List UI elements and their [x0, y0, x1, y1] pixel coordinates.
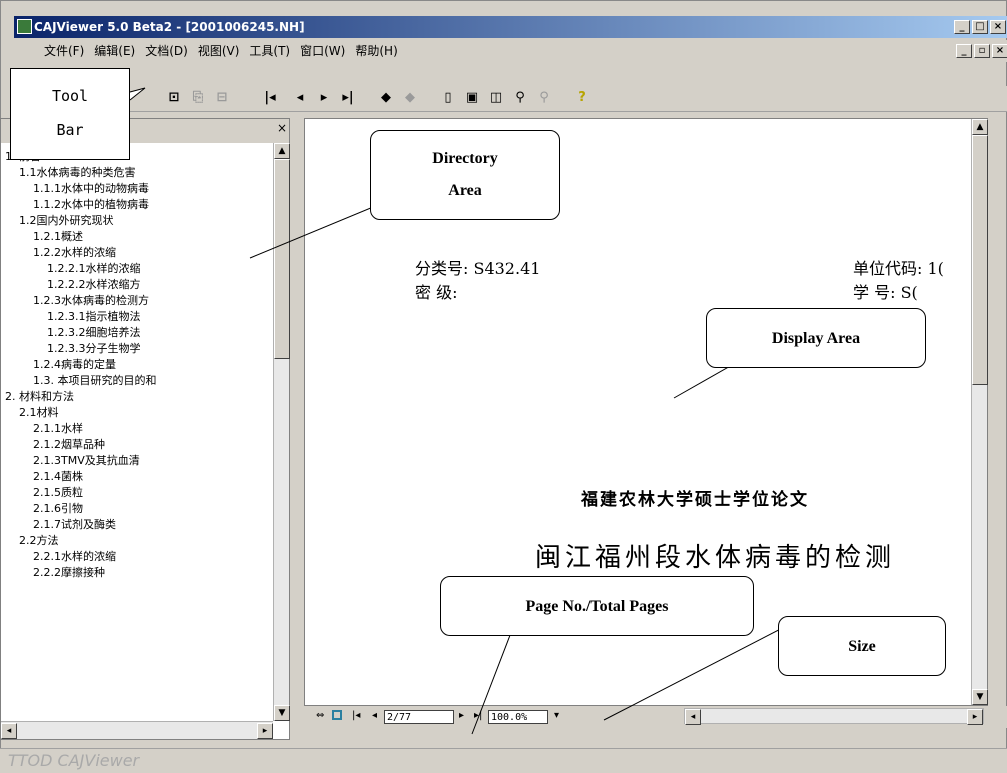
- display-scroll-down-icon[interactable]: ▼: [972, 689, 988, 705]
- display-scroll-right-icon[interactable]: ▸: [967, 709, 983, 725]
- directory-item[interactable]: 1.2.3水体病毒的检测方: [1, 293, 273, 309]
- display-vertical-scrollbar[interactable]: ▲ ▼: [971, 119, 988, 705]
- directory-callout: Directory Area: [370, 130, 560, 220]
- thesis-title: 闽江福州段水体病毒的检测: [535, 543, 896, 573]
- directory-item[interactable]: 2.1.3TMV及其抗血清: [1, 453, 273, 469]
- minimize-button[interactable]: _: [954, 20, 970, 34]
- app-icon: [17, 19, 32, 34]
- tool-bar: ⊡ ⎘ ⊟ |◂ ◂ ▸ ▸| ◆ ◆ ▯ ▣ ◫ ⚲ ⚲ ?: [14, 86, 1007, 112]
- secret-level: 密 级:: [415, 283, 458, 302]
- scroll-down-icon[interactable]: ▼: [274, 705, 290, 721]
- snapshot-icon[interactable]: ⊟: [214, 90, 230, 106]
- menu-bar: 文件(F) 编辑(E) 文档(D) 视图(V) 工具(T) 窗口(W) 帮助(H) _ ▫ …: [14, 40, 1007, 62]
- directory-item[interactable]: 2.1.1水样: [1, 421, 273, 437]
- menu-window[interactable]: 窗口(W): [295, 40, 350, 62]
- directory-item[interactable]: 1.1.2水体中的植物病毒: [1, 197, 273, 213]
- directory-tree: 1. 前言1.1水体病毒的种类危害1.1.1水体中的动物病毒1.1.2水体中的植…: [1, 149, 273, 719]
- directory-item[interactable]: 1.2.4病毒的定量: [1, 357, 273, 373]
- directory-vertical-scrollbar[interactable]: ▲ ▼: [273, 143, 290, 721]
- page-number-input[interactable]: [384, 710, 454, 724]
- doc-minimize-button[interactable]: _: [956, 44, 972, 58]
- title-bar: CAJViewer 5.0 Beta2 - [2001006245.NH] _ …: [14, 16, 1007, 38]
- directory-item[interactable]: 1.2.3.1指示植物法: [1, 309, 273, 325]
- first-page-icon[interactable]: |◂: [262, 90, 278, 106]
- close-button[interactable]: ×: [990, 20, 1006, 34]
- menu-file[interactable]: 文件(F): [14, 40, 89, 62]
- nav-last-page-icon[interactable]: ▸|: [474, 710, 482, 721]
- directory-item[interactable]: 1.1水体病毒的种类危害: [1, 165, 273, 181]
- directory-item[interactable]: 2.1.4菌株: [1, 469, 273, 485]
- display-horizontal-scrollbar[interactable]: ◂ ▸: [684, 708, 984, 725]
- unit-code: 单位代码: 1(: [853, 259, 944, 278]
- scroll-left-icon[interactable]: ◂: [1, 723, 17, 739]
- directory-item[interactable]: 2.2.1水样的浓缩: [1, 549, 273, 565]
- directory-item[interactable]: 2.1材料: [1, 405, 273, 421]
- size-callout: Size: [778, 616, 946, 676]
- university-name: 福建农林大学硕士学位论文: [581, 490, 809, 510]
- directory-item[interactable]: 1.2国内外研究现状: [1, 213, 273, 229]
- continuous-page-icon[interactable]: ▣: [464, 90, 480, 106]
- help-icon[interactable]: ?: [574, 90, 590, 106]
- toolbar-callout: Tool Bar: [10, 68, 130, 160]
- class-number: 分类号: S432.41: [415, 259, 541, 278]
- zoom-input[interactable]: [488, 710, 548, 724]
- menu-view[interactable]: 视图(V): [193, 40, 245, 62]
- page-number-callout: Page No./Total Pages: [440, 576, 754, 636]
- directory-item[interactable]: 1.3. 本项目研究的目的和: [1, 373, 273, 389]
- navigation-bar: ⇔ |◂ ◂ ▸ ▸| ▾ ◂ ▸: [304, 706, 1007, 728]
- display-scroll-thumb[interactable]: [972, 135, 988, 385]
- find-icon[interactable]: ⚲: [512, 90, 528, 106]
- scroll-up-icon[interactable]: ▲: [274, 143, 290, 159]
- forward-icon[interactable]: ◆: [402, 90, 418, 106]
- fit-page-icon[interactable]: [332, 710, 342, 720]
- nav-first-page-icon[interactable]: |◂: [352, 710, 360, 721]
- menu-tools[interactable]: 工具(T): [244, 40, 295, 62]
- display-scroll-up-icon[interactable]: ▲: [972, 119, 988, 135]
- menu-edit[interactable]: 编辑(E): [89, 40, 140, 62]
- directory-panel: × 1. 前言1.1水体病毒的种类危害1.1.1水体中的动物病毒1.1.2水体中…: [0, 118, 290, 740]
- toggle-directory-icon[interactable]: ⇔: [316, 710, 324, 721]
- copy-icon[interactable]: ⎘: [190, 90, 206, 106]
- directory-scroll-thumb[interactable]: [274, 159, 290, 359]
- directory-item[interactable]: 1.2.2.2水样浓缩方: [1, 277, 273, 293]
- directory-item[interactable]: 1.1.1水体中的动物病毒: [1, 181, 273, 197]
- menu-document[interactable]: 文档(D): [140, 40, 193, 62]
- last-page-icon[interactable]: ▸|: [340, 90, 356, 106]
- directory-item[interactable]: 2.1.7试剂及酶类: [1, 517, 273, 533]
- find-next-icon[interactable]: ⚲: [536, 90, 552, 106]
- previous-page-icon[interactable]: ◂: [292, 90, 308, 106]
- directory-item[interactable]: 2. 材料和方法: [1, 389, 273, 405]
- scroll-right-icon[interactable]: ▸: [257, 723, 273, 739]
- directory-item[interactable]: 2.2.2摩擦接种: [1, 565, 273, 581]
- directory-item[interactable]: 1.2.3.2细胞培养法: [1, 325, 273, 341]
- menu-help[interactable]: 帮助(H): [350, 40, 402, 62]
- directory-item[interactable]: 2.2方法: [1, 533, 273, 549]
- directory-item[interactable]: 1.2.1概述: [1, 229, 273, 245]
- facing-page-icon[interactable]: ◫: [488, 90, 504, 106]
- directory-item[interactable]: 2.1.5质粒: [1, 485, 273, 501]
- student-number: 学 号: S(: [853, 283, 918, 302]
- status-text: TTOD CAJViewer: [8, 751, 140, 770]
- directory-item[interactable]: 2.1.6引物: [1, 501, 273, 517]
- display-scroll-left-icon[interactable]: ◂: [685, 709, 701, 725]
- select-text-icon[interactable]: ⊡: [166, 90, 182, 106]
- zoom-dropdown-icon[interactable]: ▾: [554, 710, 559, 721]
- doc-restore-button[interactable]: ▫: [974, 44, 990, 58]
- directory-item[interactable]: 1.2.3.3分子生物学: [1, 341, 273, 357]
- display-area-callout: Display Area: [706, 308, 926, 368]
- back-icon[interactable]: ◆: [378, 90, 394, 106]
- single-page-icon[interactable]: ▯: [440, 90, 456, 106]
- directory-item[interactable]: 2.1.2烟草品种: [1, 437, 273, 453]
- doc-close-button[interactable]: ×: [992, 44, 1007, 58]
- maximize-button[interactable]: □: [972, 20, 988, 34]
- directory-item[interactable]: 1.2.2.1水样的浓缩: [1, 261, 273, 277]
- window-title: CAJViewer 5.0 Beta2 - [2001006245.NH]: [34, 20, 305, 34]
- nav-next-page-icon[interactable]: ▸: [459, 710, 464, 721]
- next-page-icon[interactable]: ▸: [316, 90, 332, 106]
- directory-item[interactable]: 1.2.2水样的浓缩: [1, 245, 273, 261]
- nav-previous-page-icon[interactable]: ◂: [372, 710, 377, 721]
- directory-horizontal-scrollbar[interactable]: ◂ ▸: [1, 721, 273, 739]
- status-bar: TTOD CAJViewer: [0, 748, 1007, 773]
- close-directory-icon[interactable]: ×: [277, 122, 289, 134]
